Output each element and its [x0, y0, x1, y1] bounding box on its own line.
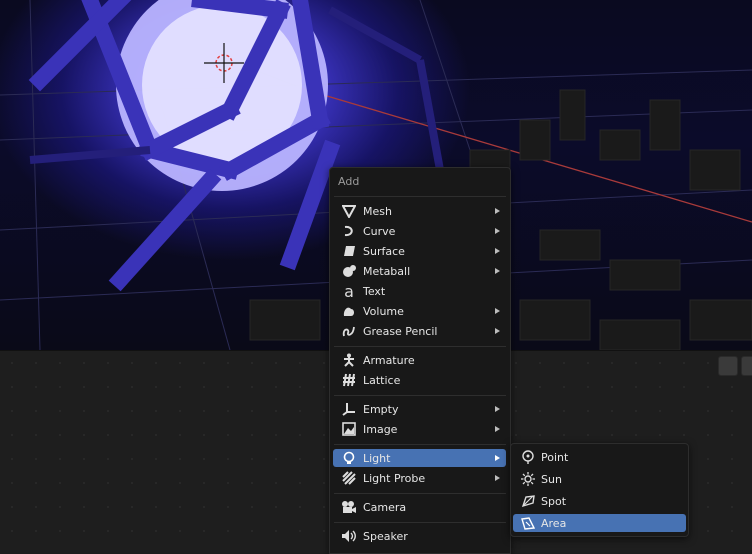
submenu-arrow-icon — [495, 406, 500, 412]
menu-item-label: Armature — [363, 353, 415, 367]
mesh-icon — [340, 203, 358, 219]
empty-icon — [340, 401, 358, 417]
armature-icon — [340, 352, 358, 368]
menu-item-speaker[interactable]: Speaker — [333, 527, 506, 545]
sun-light-icon — [520, 471, 536, 487]
add-menu: Add Mesh Curve Surface Metaball a Text V… — [329, 167, 511, 554]
submenu-item-sun[interactable]: Sun — [513, 470, 686, 488]
light-probe-icon — [340, 470, 358, 486]
menu-item-label: Text — [363, 284, 386, 298]
submenu-arrow-icon — [495, 208, 500, 214]
curve-icon — [340, 223, 358, 239]
submenu-item-label: Spot — [541, 494, 567, 508]
menu-item-label: Curve — [363, 224, 396, 238]
menu-item-camera[interactable]: Camera — [333, 498, 506, 516]
point-light-icon — [520, 449, 536, 465]
lattice-icon — [340, 372, 358, 388]
submenu-item-label: Point — [541, 450, 569, 464]
metaball-icon — [340, 263, 358, 279]
menu-item-label: Image — [363, 422, 398, 436]
speaker-icon — [340, 528, 358, 544]
menu-item-label: Camera — [363, 500, 407, 514]
submenu-item-label: Area — [541, 516, 567, 530]
submenu-arrow-icon — [495, 426, 500, 432]
submenu-arrow-icon — [495, 268, 500, 274]
menu-separator — [334, 522, 506, 523]
volume-icon — [340, 303, 358, 319]
submenu-arrow-icon — [495, 248, 500, 254]
submenu-item-area[interactable]: Area — [513, 514, 686, 532]
menu-item-armature[interactable]: Armature — [333, 351, 506, 369]
menu-item-label: Light Probe — [363, 471, 426, 485]
menu-item-volume[interactable]: Volume — [333, 302, 506, 320]
light-submenu: Point Sun Spot Area — [510, 443, 689, 537]
menu-item-grease-pencil[interactable]: Grease Pencil — [333, 322, 506, 340]
submenu-item-point[interactable]: Point — [513, 448, 686, 466]
surface-icon — [340, 243, 358, 259]
menu-item-label: Metaball — [363, 264, 411, 278]
menu-item-label: Lattice — [363, 373, 401, 387]
submenu-arrow-icon — [495, 455, 500, 461]
menu-separator — [334, 346, 506, 347]
menu-item-label: Speaker — [363, 529, 408, 543]
submenu-arrow-icon — [495, 308, 500, 314]
editor-type-icon[interactable] — [718, 356, 738, 376]
menu-separator — [334, 493, 506, 494]
menu-item-label: Surface — [363, 244, 405, 258]
menu-item-text[interactable]: a Text — [333, 281, 506, 301]
submenu-item-label: Sun — [541, 472, 562, 486]
menu-item-metaball[interactable]: Metaball — [333, 262, 506, 280]
light-icon — [340, 450, 358, 466]
view-options-icon[interactable] — [741, 356, 752, 376]
menu-item-empty[interactable]: Empty — [333, 400, 506, 418]
submenu-item-spot[interactable]: Spot — [513, 492, 686, 510]
menu-item-mesh[interactable]: Mesh — [333, 202, 506, 220]
menu-title: Add — [338, 175, 360, 188]
menu-item-surface[interactable]: Surface — [333, 242, 506, 260]
menu-item-label: Light — [363, 451, 391, 465]
menu-separator — [334, 395, 506, 396]
spot-light-icon — [520, 493, 536, 509]
menu-item-label: Volume — [363, 304, 404, 318]
submenu-arrow-icon — [495, 328, 500, 334]
menu-item-image[interactable]: Image — [333, 420, 506, 438]
menu-item-label: Grease Pencil — [363, 324, 438, 338]
menu-item-light-probe[interactable]: Light Probe — [333, 469, 506, 487]
grease-pencil-icon — [340, 323, 358, 339]
submenu-arrow-icon — [495, 475, 500, 481]
menu-item-label: Mesh — [363, 204, 392, 218]
menu-item-lattice[interactable]: Lattice — [333, 371, 506, 389]
menu-item-label: Empty — [363, 402, 399, 416]
menu-separator — [334, 196, 506, 197]
image-icon — [340, 421, 358, 437]
menu-item-curve[interactable]: Curve — [333, 222, 506, 240]
submenu-arrow-icon — [495, 228, 500, 234]
camera-icon — [340, 499, 358, 515]
area-light-icon — [520, 515, 536, 531]
menu-separator — [334, 444, 506, 445]
text-icon: a — [344, 281, 354, 301]
menu-item-light[interactable]: Light — [333, 449, 506, 467]
